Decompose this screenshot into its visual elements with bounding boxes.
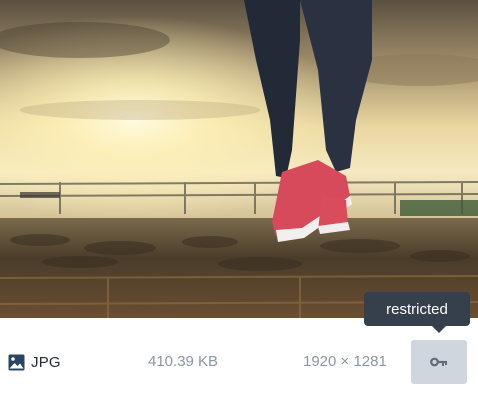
image-icon	[8, 354, 25, 370]
file-type: JPG	[8, 352, 61, 372]
restricted-tooltip: restricted	[364, 292, 470, 326]
attachment-footer: JPG 410.39 KB 1920 × 1281	[0, 318, 478, 400]
attachment-card: JPG 410.39 KB 1920 × 1281 restricted	[0, 0, 478, 400]
image-dimensions: 1920 × 1281	[303, 353, 387, 370]
file-type-label: JPG	[31, 353, 61, 371]
restricted-key-button[interactable]	[411, 340, 467, 384]
tooltip-arrow	[432, 326, 446, 333]
file-size: 410.39 KB	[148, 353, 219, 370]
image-preview[interactable]	[0, 0, 478, 318]
key-icon	[430, 357, 447, 367]
